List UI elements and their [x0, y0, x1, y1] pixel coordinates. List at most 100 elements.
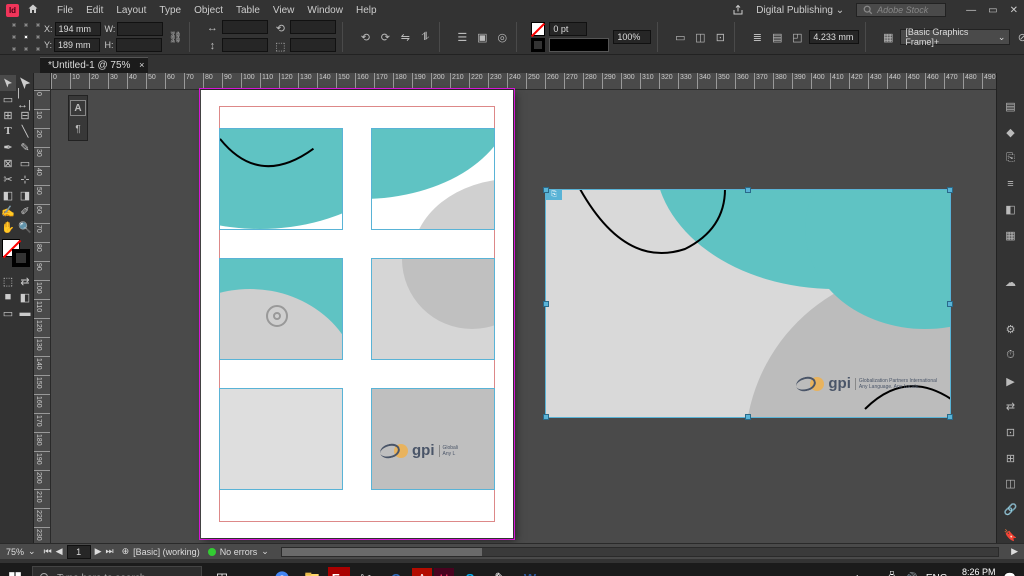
image-frame-cell[interactable]: gpi GlobaliAny L: [371, 388, 495, 490]
gradient-swatch-tool[interactable]: ◧: [0, 187, 16, 203]
taskbar-clock[interactable]: 8:26 PM 3/24/2022: [956, 567, 996, 576]
taskbar-app-chrome[interactable]: [268, 564, 296, 576]
selection-handle[interactable]: [745, 187, 751, 193]
menu-type[interactable]: Type: [159, 5, 181, 16]
workspace-switcher[interactable]: Digital Publishing ⌄: [756, 5, 844, 16]
rectangle-tool[interactable]: ▭: [17, 155, 33, 171]
ruler-origin[interactable]: [34, 73, 51, 90]
page-nav-prev-icon[interactable]: ◀: [56, 546, 63, 557]
taskbar-app-snip[interactable]: ✂: [352, 564, 380, 576]
pen-tool[interactable]: ✒: [0, 139, 16, 155]
menu-object[interactable]: Object: [194, 5, 223, 16]
eyedropper-tool[interactable]: ✐: [17, 203, 33, 219]
selection-handle[interactable]: [745, 414, 751, 420]
image-frame-cell[interactable]: [371, 258, 495, 360]
panel-object-states-icon[interactable]: ◫: [1003, 476, 1019, 492]
fill-stroke-proxy[interactable]: [2, 239, 32, 269]
corner-options-icon[interactable]: ◰: [789, 29, 805, 45]
panel-hyperlinks-icon[interactable]: 🔗: [1003, 502, 1019, 518]
image-frame-cell[interactable]: [219, 388, 343, 490]
content-collector-tool[interactable]: ⊞: [0, 107, 16, 123]
y-input[interactable]: [54, 38, 100, 52]
reference-point[interactable]: [12, 23, 40, 51]
selection-handle[interactable]: [947, 414, 953, 420]
menu-window[interactable]: Window: [307, 5, 343, 16]
document-tab[interactable]: *Untitled-1 @ 75% ×: [40, 57, 148, 73]
pencil-tool[interactable]: ✎: [17, 139, 33, 155]
content-placer-tool[interactable]: ⊟: [17, 107, 33, 123]
pasteboard[interactable]: ⎘: [51, 90, 996, 543]
rectangle-frame-tool[interactable]: ⊠: [0, 155, 16, 171]
rotate-cw-icon[interactable]: ⟳: [377, 29, 393, 45]
taskbar-app-sticky[interactable]: ✎: [486, 564, 514, 576]
menu-layout[interactable]: Layout: [116, 5, 146, 16]
taskbar-search[interactable]: Type here to search: [32, 566, 202, 576]
selection-handle[interactable]: [543, 301, 549, 307]
apply-gradient-icon[interactable]: ◧: [17, 289, 33, 305]
horizontal-scrollbar[interactable]: [281, 547, 999, 557]
flip-v-icon[interactable]: ⥮: [417, 29, 433, 45]
tray-onedrive-icon[interactable]: ☁: [868, 573, 878, 576]
taskbar-app-indesign[interactable]: Id: [434, 568, 454, 576]
normal-view-icon[interactable]: ▭: [0, 305, 16, 321]
open-indicator-icon[interactable]: ⊕: [122, 546, 130, 557]
corner-radius-input[interactable]: [809, 30, 859, 44]
page-1[interactable]: ⎘: [201, 90, 513, 538]
scissors-tool[interactable]: ✂: [0, 171, 16, 187]
page-number-input[interactable]: [67, 545, 91, 559]
page-tool[interactable]: ▭: [0, 91, 16, 107]
vertical-ruler[interactable]: 0102030405060708090100110120130140150160…: [34, 90, 51, 543]
panel-cc-libraries-icon[interactable]: ☁: [1003, 275, 1019, 291]
selection-handle[interactable]: [543, 187, 549, 193]
selection-frame[interactable]: ⎘: [545, 189, 951, 418]
preflight-status[interactable]: No errors: [220, 547, 258, 557]
menu-help[interactable]: Help: [356, 5, 377, 16]
h-input[interactable]: [116, 38, 162, 52]
content-grabber-icon[interactable]: [266, 305, 288, 327]
note-tool[interactable]: ✍: [0, 203, 16, 219]
text-wrap-icon[interactable]: ≣: [749, 29, 765, 45]
preflight-dropdown-icon[interactable]: ⌄: [261, 546, 269, 557]
taskbar-app-acrobat[interactable]: A: [412, 568, 432, 576]
scale-x-input[interactable]: [222, 20, 268, 34]
selection-tool[interactable]: [0, 75, 16, 91]
select-content-icon[interactable]: ◎: [494, 29, 510, 45]
zoom-display[interactable]: 75%: [6, 547, 24, 557]
fill-swatch[interactable]: [531, 22, 545, 36]
fit-frame-icon[interactable]: ◫: [692, 29, 708, 45]
close-button[interactable]: ✕: [1010, 5, 1018, 16]
image-frame-cell[interactable]: [219, 258, 343, 360]
task-view-icon[interactable]: ◫: [208, 564, 236, 576]
fit-content-icon[interactable]: ▭: [672, 29, 688, 45]
rotate-ccw-icon[interactable]: ⟲: [357, 29, 373, 45]
taskbar-app-skype[interactable]: S: [456, 564, 484, 576]
page-nav-last-icon[interactable]: ⏭: [106, 546, 114, 557]
stroke-style-select[interactable]: [549, 38, 609, 52]
tray-chevron-icon[interactable]: ˄: [854, 573, 860, 576]
adobe-stock-search[interactable]: Adobe Stock: [856, 3, 946, 17]
panel-color-icon[interactable]: ◧: [1003, 202, 1019, 218]
taskbar-app-outlook[interactable]: O: [382, 564, 410, 576]
tray-language[interactable]: ENG: [926, 573, 948, 576]
cortana-icon[interactable]: ○: [238, 564, 266, 576]
panel-pages-icon[interactable]: ▤: [1003, 99, 1019, 115]
line-tool[interactable]: ╲: [17, 123, 33, 139]
text-wrap-bounding-icon[interactable]: ▤: [769, 29, 785, 45]
horizontal-ruler[interactable]: 0102030405060708090100110120130140150160…: [51, 73, 996, 90]
image-frame-cell[interactable]: ⎘: [219, 128, 343, 230]
x-input[interactable]: [55, 22, 101, 36]
scroll-right-icon[interactable]: ▶: [1011, 546, 1018, 557]
app-icon[interactable]: Id: [6, 4, 19, 17]
panel-buttons-forms-icon[interactable]: ⊡: [1003, 425, 1019, 441]
rotate-input[interactable]: [290, 20, 336, 34]
menu-table[interactable]: Table: [236, 5, 260, 16]
preview-view-icon[interactable]: ▬: [17, 305, 33, 321]
select-container-icon[interactable]: ▣: [474, 29, 490, 45]
swap-fill-stroke-icon[interactable]: ⇄: [17, 273, 33, 289]
taskbar-app-filezilla[interactable]: Fz: [328, 567, 350, 576]
zoom-dropdown-icon[interactable]: ⌄: [28, 546, 36, 557]
scale-y-input[interactable]: [222, 38, 268, 52]
selection-handle[interactable]: [947, 301, 953, 307]
gradient-feather-tool[interactable]: ◨: [17, 187, 33, 203]
gap-tool[interactable]: |↔|: [17, 91, 33, 107]
